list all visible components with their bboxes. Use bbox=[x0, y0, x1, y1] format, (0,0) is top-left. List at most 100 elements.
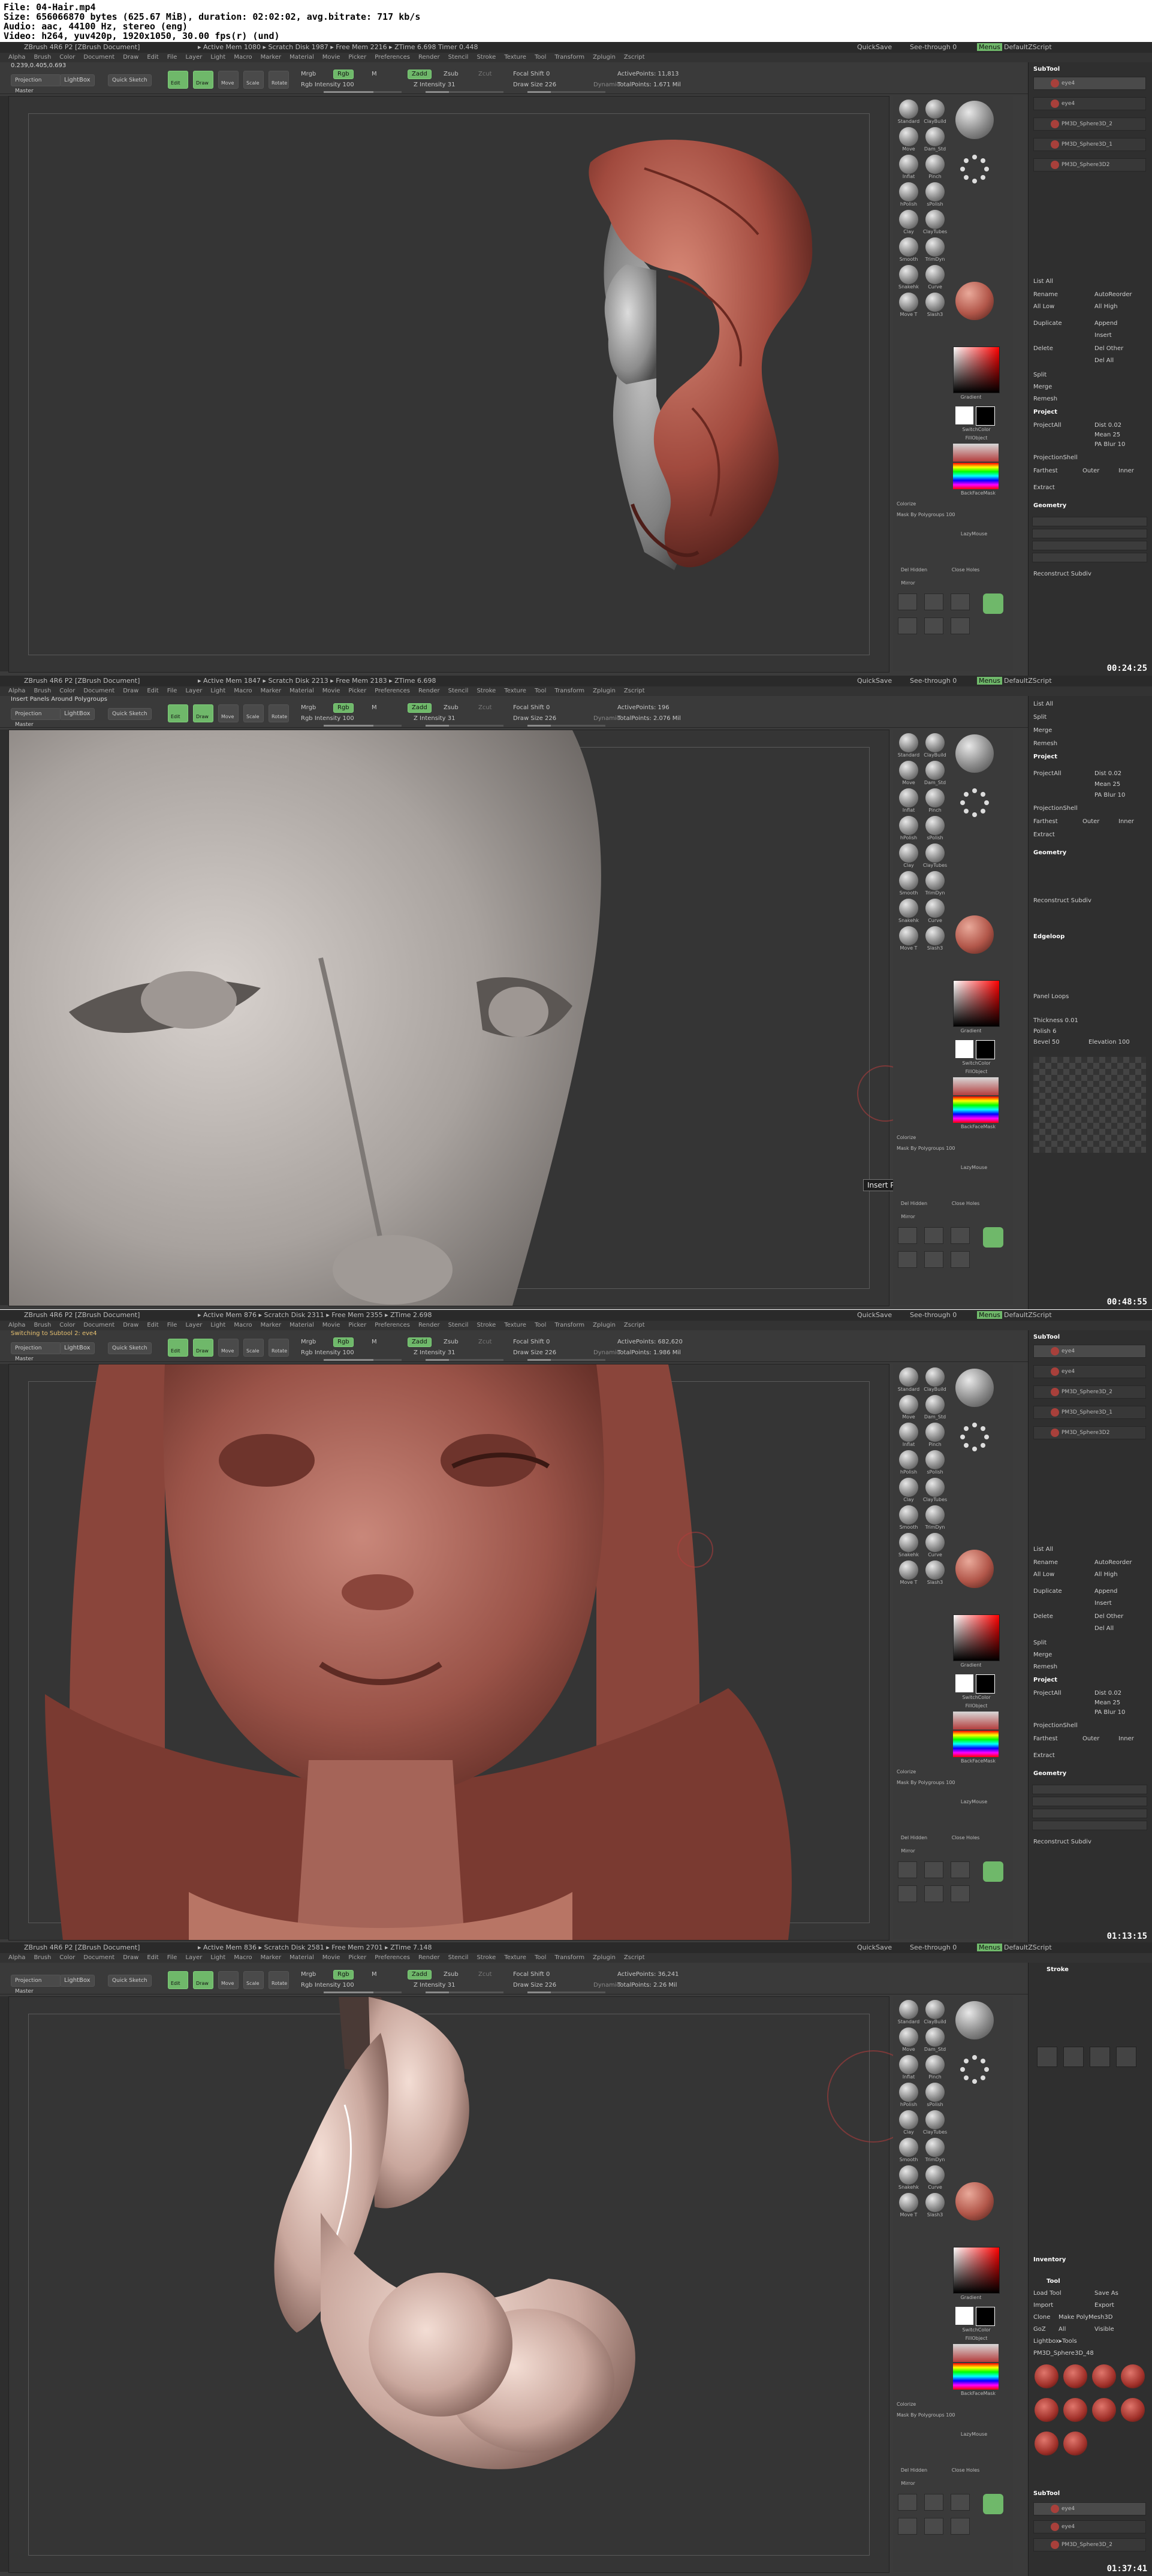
brush-thumb[interactable] bbox=[899, 2083, 918, 2102]
menu-item[interactable]: Render bbox=[418, 1322, 440, 1328]
del-hidden-button[interactable]: Del Hidden bbox=[893, 1835, 935, 1840]
colorize-toggle[interactable]: Colorize bbox=[893, 1769, 928, 1774]
panel-loops-button[interactable]: Panel Loops bbox=[1033, 993, 1069, 1000]
focal-shift-slider[interactable]: Focal Shift 0 bbox=[513, 71, 550, 77]
merge-button[interactable]: Merge bbox=[1033, 1652, 1052, 1658]
quicksave-button[interactable]: QuickSave bbox=[857, 677, 892, 685]
outer-toggle[interactable]: Outer bbox=[1082, 1736, 1099, 1742]
lightbox-button[interactable]: LightBox bbox=[60, 74, 95, 86]
goz-all-button[interactable]: All bbox=[1058, 2326, 1066, 2333]
m-toggle[interactable]: M bbox=[372, 704, 377, 711]
gradient-label[interactable]: Gradient bbox=[955, 394, 987, 400]
shelf-tool-icon[interactable] bbox=[951, 1885, 970, 1902]
farthest-toggle[interactable]: Farthest bbox=[1033, 1736, 1058, 1742]
append-button[interactable]: Append bbox=[1094, 1588, 1117, 1595]
tool-palette-header[interactable]: Tool bbox=[1047, 2278, 1060, 2285]
default-zscript-button[interactable]: DefaultZScript bbox=[1004, 1311, 1052, 1319]
menu-item[interactable]: Zplugin bbox=[593, 1322, 616, 1328]
split-button[interactable]: Split bbox=[1033, 714, 1047, 721]
tool-thumbnail[interactable] bbox=[1035, 2432, 1058, 2456]
brush-thumb[interactable] bbox=[899, 1560, 918, 1580]
mean-slider[interactable]: Mean 25 bbox=[1094, 781, 1120, 788]
menu-item[interactable]: Movie bbox=[322, 688, 340, 694]
texture-gradient[interactable] bbox=[953, 1077, 999, 1095]
material-sphere[interactable] bbox=[955, 734, 994, 773]
menu-item[interactable]: Texture bbox=[504, 54, 526, 61]
brush-thumb[interactable] bbox=[925, 2083, 945, 2102]
list-all-button[interactable]: List All bbox=[1033, 1546, 1053, 1553]
import-button[interactable]: Import bbox=[1033, 2302, 1053, 2309]
gradient-label[interactable]: Gradient bbox=[955, 2295, 987, 2300]
all-low-button[interactable]: All Low bbox=[1033, 1571, 1054, 1578]
menu-item[interactable]: Macro bbox=[234, 1954, 252, 1961]
brush-thumb[interactable] bbox=[899, 899, 918, 918]
brush-thumb[interactable] bbox=[899, 155, 918, 174]
brush-thumb[interactable] bbox=[899, 182, 918, 201]
brush-thumb[interactable] bbox=[899, 2193, 918, 2212]
material-clay-sphere[interactable] bbox=[955, 1550, 994, 1588]
subtool-row[interactable]: PM3D_Sphere3D2 bbox=[1033, 158, 1146, 171]
subtool-row[interactable]: eye4 bbox=[1033, 97, 1146, 110]
delete-button[interactable]: Delete bbox=[1033, 345, 1053, 352]
mask-by-polygroups-slider[interactable]: Mask By Polygroups 100 bbox=[893, 512, 969, 517]
stroke-icon[interactable] bbox=[1063, 2047, 1084, 2067]
clone-button[interactable]: Clone bbox=[1033, 2314, 1050, 2321]
tool-thumbnail[interactable] bbox=[1121, 2398, 1145, 2422]
dynamic-toggle[interactable]: Dynamic bbox=[593, 1349, 620, 1356]
brush-thumb[interactable] bbox=[899, 788, 918, 808]
m-toggle[interactable]: M bbox=[372, 1971, 377, 1978]
zsub-toggle[interactable]: Zsub bbox=[444, 1339, 459, 1345]
menu-item[interactable]: Transform bbox=[554, 1322, 584, 1328]
colorize-toggle[interactable]: Colorize bbox=[893, 2402, 928, 2407]
menu-item[interactable]: Alpha bbox=[8, 1322, 25, 1328]
back-face-mask-toggle[interactable]: BackFaceMask bbox=[955, 1758, 1001, 1764]
brush-thumb[interactable] bbox=[899, 2138, 918, 2157]
project-all-button[interactable]: ProjectAll bbox=[1033, 770, 1061, 777]
stroke-icon[interactable] bbox=[1037, 2047, 1057, 2067]
menu-item[interactable]: Picker bbox=[348, 1954, 366, 1961]
zsub-toggle[interactable]: Zsub bbox=[444, 71, 459, 77]
draw-button[interactable]: Draw bbox=[193, 71, 213, 89]
outer-toggle[interactable]: Outer bbox=[1082, 818, 1099, 825]
menu-item[interactable]: Layer bbox=[185, 54, 202, 61]
extract-button[interactable]: Extract bbox=[1033, 831, 1055, 838]
default-zscript-button[interactable]: DefaultZScript bbox=[1004, 677, 1052, 685]
back-face-mask-toggle[interactable]: BackFaceMask bbox=[955, 2391, 1001, 2396]
menu-item[interactable]: Draw bbox=[123, 54, 138, 61]
elevation-slider[interactable]: Elevation 100 bbox=[1088, 1039, 1130, 1046]
brush-thumb[interactable] bbox=[925, 816, 945, 835]
duplicate-button[interactable]: Duplicate bbox=[1033, 320, 1062, 327]
shelf-tool-icon[interactable] bbox=[924, 617, 943, 634]
close-holes-button[interactable]: Close Holes bbox=[945, 1201, 987, 1206]
alpha-dots-icon[interactable] bbox=[955, 1418, 994, 1456]
menu-item[interactable]: Zplugin bbox=[593, 688, 616, 694]
menu-item[interactable]: Light bbox=[210, 1954, 225, 1961]
gradient-label[interactable]: Gradient bbox=[955, 1028, 987, 1034]
local-symmetry-button[interactable] bbox=[983, 1227, 1003, 1248]
tool-thumbnail[interactable] bbox=[1063, 2364, 1087, 2388]
shelf-tool-icon[interactable] bbox=[951, 1227, 970, 1244]
menu-item[interactable]: Stencil bbox=[448, 1322, 469, 1328]
menu-item[interactable]: Transform bbox=[554, 1954, 584, 1961]
main-color-white[interactable] bbox=[955, 1674, 973, 1692]
rotate-button[interactable]: Rotate bbox=[269, 71, 289, 89]
hue-strip[interactable] bbox=[953, 1731, 999, 1757]
brush-thumb[interactable] bbox=[899, 1367, 918, 1387]
brush-thumb[interactable] bbox=[899, 2165, 918, 2185]
lazy-mouse-toggle[interactable]: LazyMouse bbox=[953, 531, 995, 537]
menu-item[interactable]: File bbox=[167, 1322, 177, 1328]
menu-item[interactable]: Render bbox=[418, 688, 440, 694]
remesh-button[interactable]: Remesh bbox=[1033, 740, 1057, 747]
menu-item[interactable]: Render bbox=[418, 1954, 440, 1961]
menu-item[interactable]: Alpha bbox=[8, 54, 25, 61]
quicksave-button[interactable]: QuickSave bbox=[857, 43, 892, 51]
auto-reorder-button[interactable]: AutoReorder bbox=[1094, 291, 1132, 298]
brush-thumb[interactable] bbox=[899, 2055, 918, 2074]
remesh-button[interactable]: Remesh bbox=[1033, 1664, 1057, 1670]
menu-item[interactable]: Tool bbox=[535, 1954, 546, 1961]
draw-button[interactable]: Draw bbox=[193, 1971, 213, 1989]
menu-item[interactable]: File bbox=[167, 54, 177, 61]
close-holes-button[interactable]: Close Holes bbox=[945, 567, 987, 573]
fill-object-button[interactable]: FillObject bbox=[955, 1703, 997, 1709]
dist-slider[interactable]: Dist 0.02 bbox=[1094, 770, 1121, 777]
